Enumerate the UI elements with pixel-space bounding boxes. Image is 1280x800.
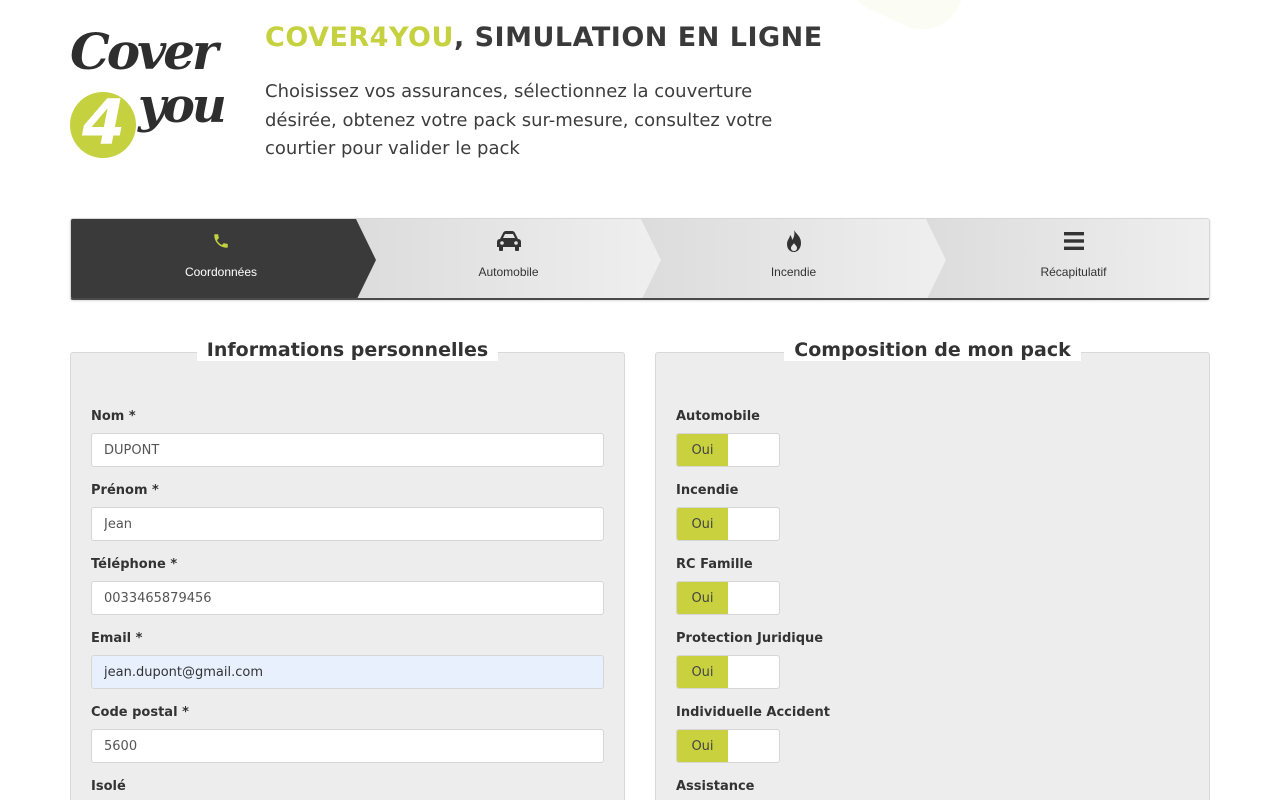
personal-info-panel: Informations personnelles Nom * Prénom *… <box>70 339 625 800</box>
background-decoration <box>832 0 968 43</box>
brand-name: COVER4YOU <box>265 22 454 53</box>
incendie-label: Incendie <box>676 483 739 498</box>
page-title: COVER4YOU, SIMULATION EN LIGNE <box>265 22 823 53</box>
email-input[interactable] <box>91 655 604 689</box>
logo-text-cover: Cover <box>70 22 218 81</box>
code-postal-label: Code postal * <box>91 705 189 720</box>
protection-juridique-toggle[interactable]: Oui <box>676 655 780 689</box>
incendie-toggle[interactable]: Oui <box>676 507 780 541</box>
step-label: Récapitulatif <box>1040 265 1107 279</box>
personal-info-title: Informations personnelles <box>196 339 499 361</box>
rc-famille-label: RC Famille <box>676 557 753 572</box>
panel-legend: Informations personnelles <box>71 339 624 361</box>
individuelle-accident-label: Individuelle Accident <box>676 705 830 720</box>
toggle-on-label: Oui <box>677 730 728 762</box>
wizard-stepper: Coordonnées Automobile Incendie Récapitu… <box>70 218 1210 300</box>
individuelle-accident-toggle[interactable]: Oui <box>676 729 780 763</box>
phone-icon <box>212 229 230 253</box>
step-label: Automobile <box>478 265 539 279</box>
pack-composition-panel: Composition de mon pack Automobile Oui I… <box>655 339 1210 800</box>
automobile-label: Automobile <box>676 409 760 424</box>
car-icon <box>495 229 523 253</box>
step-coordonnees[interactable]: Coordonnées <box>71 219 371 298</box>
email-label: Email * <box>91 631 143 646</box>
pack-composition-title: Composition de mon pack <box>784 339 1081 361</box>
logo-digit: 4 <box>82 86 126 159</box>
toggle-on-label: Oui <box>677 508 728 540</box>
prenom-input[interactable] <box>91 507 604 541</box>
assistance-label: Assistance <box>676 779 755 794</box>
telephone-label: Téléphone * <box>91 557 178 572</box>
step-incendie[interactable]: Incendie <box>651 219 936 298</box>
nom-label: Nom * <box>91 409 136 424</box>
logo-text-you: you <box>138 78 227 134</box>
telephone-input[interactable] <box>91 581 604 615</box>
nom-input[interactable] <box>91 433 604 467</box>
prenom-label: Prénom * <box>91 483 159 498</box>
logo[interactable]: Cover 4 you <box>68 22 240 162</box>
list-icon <box>1063 229 1084 253</box>
toggle-on-label: Oui <box>677 582 728 614</box>
toggle-on-label: Oui <box>677 656 728 688</box>
step-recapitulatif[interactable]: Récapitulatif <box>936 219 1209 298</box>
automobile-toggle[interactable]: Oui <box>676 433 780 467</box>
isole-label: Isolé <box>91 779 126 794</box>
step-label: Incendie <box>770 265 817 279</box>
toggle-on-label: Oui <box>677 434 728 466</box>
title-rest: , SIMULATION EN LIGNE <box>453 22 823 53</box>
rc-famille-toggle[interactable]: Oui <box>676 581 780 615</box>
code-postal-input[interactable] <box>91 729 604 763</box>
step-label: Coordonnées <box>184 265 258 279</box>
protection-juridique-label: Protection Juridique <box>676 631 824 646</box>
fire-icon <box>783 229 805 253</box>
panel-legend: Composition de mon pack <box>656 339 1209 361</box>
page-description: Choisissez vos assurances, sélectionnez … <box>265 81 773 159</box>
step-automobile[interactable]: Automobile <box>366 219 651 298</box>
